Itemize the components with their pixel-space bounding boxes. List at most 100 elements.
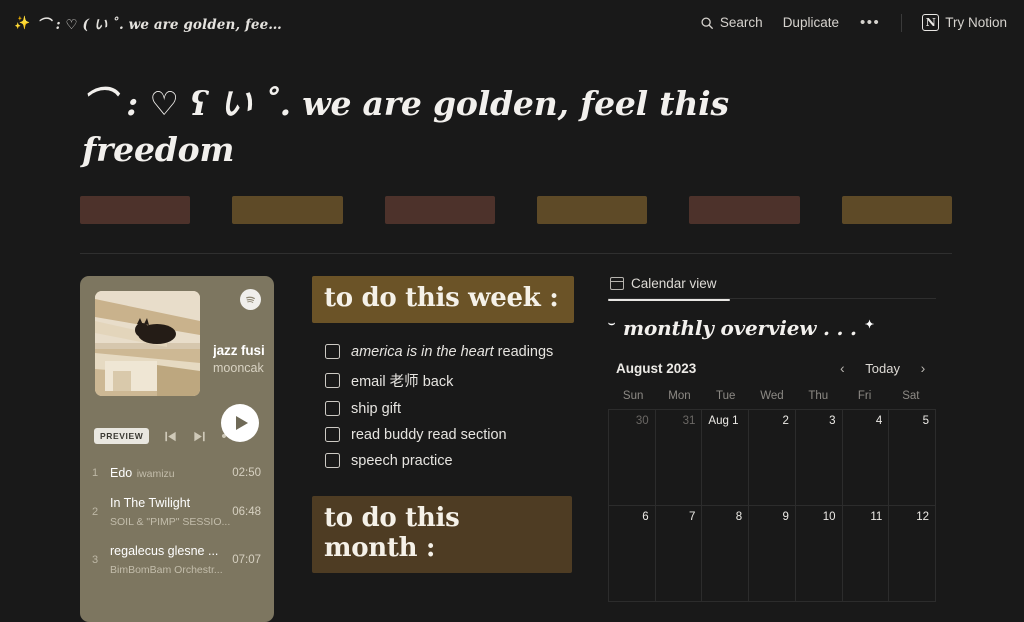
track-info: Edo iwamizu <box>110 464 223 482</box>
calendar-day-cell[interactable]: 31 <box>655 410 703 507</box>
checkbox[interactable] <box>325 344 340 360</box>
color-bar <box>80 196 191 225</box>
page-title: ⌒ : ♡ ʕ い ˚. we are golden, feel this fr… <box>82 84 729 169</box>
todo-item[interactable]: read buddy read section <box>312 422 574 448</box>
search-button[interactable]: Search <box>691 9 772 37</box>
calendar-weekday-header: Sun Mon Tue Wed Thu Fri Sat <box>608 390 936 402</box>
color-bar <box>841 196 952 225</box>
spotify-glyph <box>243 292 258 307</box>
calendar-week-row: 30 31 Aug 1 2 3 4 5 <box>609 410 936 507</box>
color-bar-cell <box>384 196 537 225</box>
search-label: Search <box>719 15 763 30</box>
top-navigation-bar: ✨ ⌒ : ♡ ( い ˚. we are golden, fee… Searc… <box>0 0 1024 45</box>
spotify-logo-icon <box>240 289 261 311</box>
calendar-day-cell[interactable]: 10 <box>795 506 843 603</box>
next-month-button[interactable]: › <box>912 357 934 379</box>
track-duration: 07:07 <box>232 554 261 567</box>
calendar-heading: ⌣ monthly overview . . . ✦ <box>608 316 922 340</box>
track-number: 1 <box>92 467 99 480</box>
todo-item[interactable]: america is in the heart readings <box>312 339 574 365</box>
notion-logo-icon: N <box>922 14 940 31</box>
play-icon <box>235 416 248 431</box>
calendar-day-cell[interactable]: 6 <box>609 506 656 603</box>
calendar-toolbar: August 2023 ‹ Today › <box>608 357 936 379</box>
three-column-layout: jazz fusi mooncak PREVIEW ••• <box>80 276 960 622</box>
now-playing-title: jazz fusi <box>213 343 265 359</box>
track-artist: iwamizu <box>136 468 175 481</box>
album-artwork-image <box>95 291 200 397</box>
color-bar <box>689 196 800 225</box>
track-number: 2 <box>92 506 99 519</box>
now-playing-meta: jazz fusi mooncak <box>213 343 274 375</box>
search-icon <box>701 16 713 29</box>
more-options-button[interactable]: ••• <box>850 9 890 37</box>
calendar-view-tabs: Calendar view <box>608 276 936 302</box>
calendar-day-cell[interactable]: 5 <box>889 410 936 507</box>
column-middle: to do this week : america is in the hear… <box>274 276 574 574</box>
now-playing-artist: mooncak <box>213 361 264 376</box>
next-track-icon[interactable] <box>192 429 207 444</box>
page-content: ⌒ : ♡ ʕ い ˚. we are golden, feel this fr… <box>0 81 1024 622</box>
calendar-month-label: August 2023 <box>616 360 697 376</box>
spotify-embed-card[interactable]: jazz fusi mooncak PREVIEW ••• <box>80 276 274 622</box>
sparkle-left-icon: ⌣ <box>608 318 616 331</box>
weekday-label: Fri <box>857 390 872 403</box>
play-button[interactable] <box>221 404 259 443</box>
todo-item[interactable]: ship gift <box>312 396 574 422</box>
color-bar-cell <box>689 196 841 225</box>
color-bar-cell <box>80 196 232 225</box>
divider <box>901 13 903 32</box>
calendar-navigation: ‹ Today › <box>831 357 934 379</box>
previous-track-icon[interactable] <box>163 429 178 444</box>
tab-calendar-view[interactable]: Calendar view <box>608 276 721 299</box>
track-artist: SOIL & "PIMP" SESSIO... <box>110 516 231 529</box>
weekday-label: Thu <box>808 390 829 403</box>
track-row[interactable]: 3 regalecus glesne ... BimBomBam Orchest… <box>80 536 274 584</box>
calendar-day-cell[interactable]: 2 <box>749 410 796 507</box>
checkbox[interactable] <box>325 401 340 417</box>
duplicate-button[interactable]: Duplicate <box>774 9 848 37</box>
track-title: Edo <box>110 466 133 481</box>
calendar-day-cell[interactable]: 9 <box>749 506 796 603</box>
top-nav-actions: Search Duplicate ••• N Try Notion <box>691 9 1016 37</box>
try-notion-button[interactable]: N Try Notion <box>913 9 1016 37</box>
calendar-day-cell[interactable]: 12 <box>889 506 936 603</box>
todo-item-emphasis: america is in the heart <box>351 343 494 360</box>
track-number: 3 <box>92 554 99 567</box>
checkbox[interactable] <box>325 372 340 388</box>
previous-month-button[interactable]: ‹ <box>831 357 853 379</box>
track-artist: BimBomBam Orchestr... <box>110 564 223 577</box>
track-row[interactable]: 2 In The Twilight SOIL & "PIMP" SESSIO..… <box>80 488 274 536</box>
todo-month-heading: to do this month : <box>312 495 572 574</box>
checkbox[interactable] <box>325 427 340 443</box>
breadcrumb[interactable]: ✨ ⌒ : ♡ ( い ˚. we are golden, fee… <box>14 13 691 33</box>
album-artwork <box>95 291 200 397</box>
calendar-day-cell[interactable]: 11 <box>842 506 890 603</box>
weekday-label: Tue <box>716 390 736 403</box>
try-notion-label: Try Notion <box>945 15 1007 30</box>
calendar-day-cell[interactable]: 3 <box>795 410 843 507</box>
calendar-grid: 30 31 Aug 1 2 3 4 5 6 7 8 9 10 11 12 <box>608 409 936 603</box>
track-duration: 06:48 <box>232 506 261 519</box>
calendar-day-cell[interactable]: 30 <box>609 410 656 507</box>
calendar-day-cell[interactable]: 4 <box>842 410 890 507</box>
calendar-day-cell[interactable]: 8 <box>702 506 750 603</box>
breadcrumb-page-title[interactable]: ⌒ : ♡ ( い ˚. we are golden, fee… <box>37 13 282 33</box>
todo-item-label: america is in the heart readings <box>351 344 553 360</box>
color-bar-cell <box>536 196 689 225</box>
calendar-day-cell[interactable]: Aug 1 <box>702 410 750 507</box>
track-title: In The Twilight <box>110 496 191 511</box>
todo-item[interactable]: speech practice <box>312 448 574 474</box>
todo-item-label: read buddy read section <box>351 426 507 443</box>
calendar-icon <box>610 277 624 291</box>
color-bar-cell <box>232 196 384 225</box>
todo-item[interactable]: email 老师 back <box>312 365 574 396</box>
calendar-day-cell[interactable]: 7 <box>655 506 703 603</box>
track-row[interactable]: 1 Edo iwamizu 02:50 <box>80 458 274 488</box>
checkbox[interactable] <box>325 453 340 469</box>
tab-calendar-view-label: Calendar view <box>631 276 717 292</box>
horizontal-divider <box>80 253 952 255</box>
spotify-card-header: jazz fusi mooncak PREVIEW ••• <box>80 276 274 448</box>
today-button[interactable]: Today <box>857 358 908 379</box>
sparkles-icon: ✨ <box>14 15 31 30</box>
